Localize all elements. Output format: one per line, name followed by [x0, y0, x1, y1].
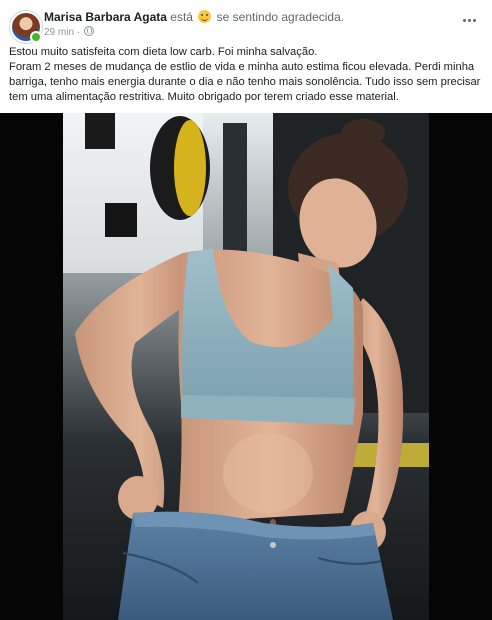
- author-name[interactable]: Marisa Barbara Agata: [44, 10, 167, 24]
- post-body-text: Estou muito satisfeita com dieta low car…: [9, 45, 485, 105]
- post-photo[interactable]: [0, 113, 492, 620]
- post-text-line-1: Estou muito satisfeita com dieta low car…: [9, 46, 318, 58]
- post-header: Marisa Barbara Agata está se sentindo ag…: [0, 0, 492, 44]
- post-text-line-2: Foram 2 meses de mudança de estlio de vi…: [9, 61, 481, 103]
- post-meta: 29 min ·: [44, 26, 94, 38]
- fitness-photo-illustration: [63, 113, 429, 620]
- feeling-prefix: está: [170, 10, 193, 24]
- more-dot-icon: [472, 18, 476, 22]
- more-dot-icon: [462, 18, 466, 22]
- more-options-button[interactable]: [460, 14, 478, 26]
- smiling-face-icon: [198, 10, 212, 23]
- globe-icon[interactable]: [83, 26, 94, 36]
- photo-frame: [63, 113, 429, 620]
- online-status-icon: [30, 31, 42, 43]
- more-dot-icon: [467, 18, 471, 22]
- feeling-text: se sentindo agradecida.: [216, 10, 345, 24]
- post-title-line: Marisa Barbara Agata está se sentindo ag…: [44, 10, 344, 25]
- feed-post: Marisa Barbara Agata está se sentindo ag…: [0, 0, 492, 620]
- post-timestamp[interactable]: 29 min: [44, 27, 74, 38]
